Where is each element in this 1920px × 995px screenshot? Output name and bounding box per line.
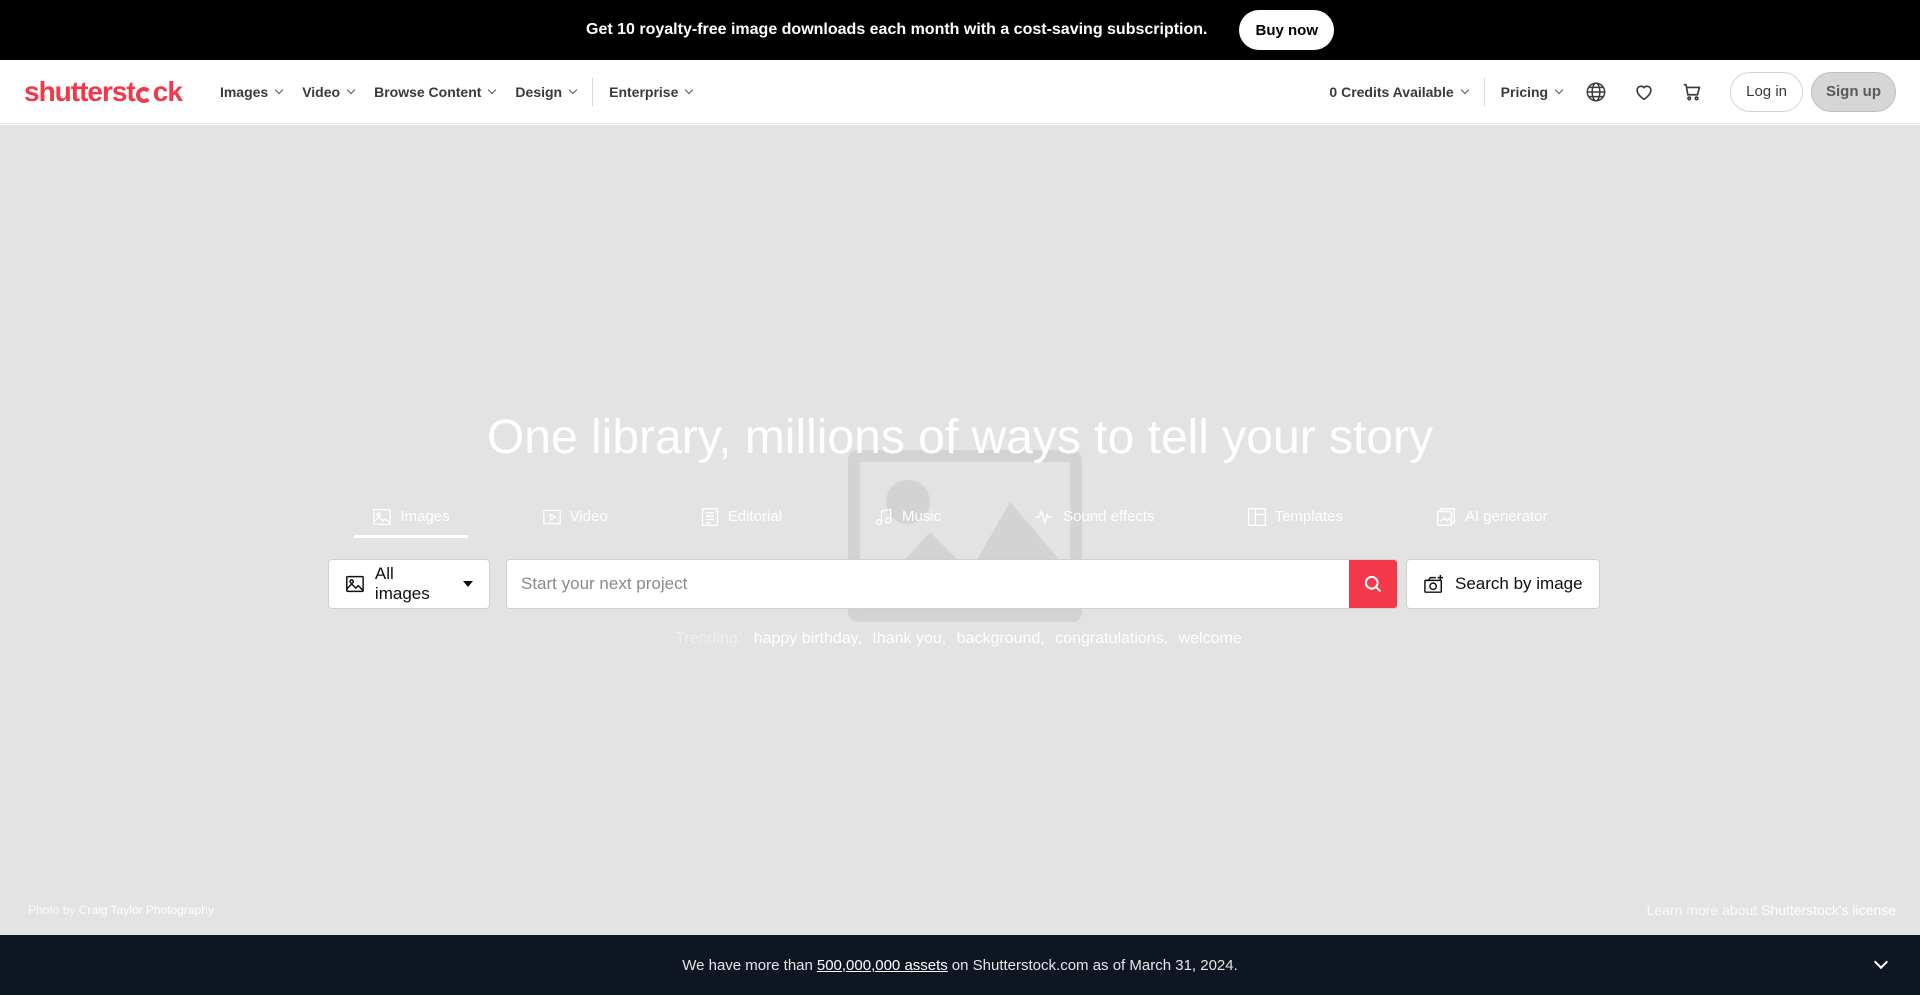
license-link[interactable]: Shutterstock's license [1761,902,1896,918]
chevron-down-icon [1554,85,1564,95]
photo-credit-label: Photo [28,903,60,917]
search-input[interactable] [507,560,1349,608]
nav-item-label: Browse Content [374,83,482,100]
photo-credit-link[interactable]: Craig Taylor Photography [79,903,214,917]
favorites-button[interactable] [1622,70,1666,114]
nav-item-label: Video [302,83,341,100]
video-icon [542,509,561,524]
caret-down-icon [463,581,473,587]
soundwave-icon [1035,508,1053,525]
ai-generator-icon [1436,507,1455,526]
trending-term[interactable]: welcome [1179,630,1242,647]
trending-term[interactable]: congratulations, [1055,630,1168,647]
logo-text-start: shutterst [24,75,136,107]
nav-item-enterprise[interactable]: Enterprise [599,60,702,124]
signup-button[interactable]: Sign up [1811,71,1896,112]
tab-label: Music [901,508,942,525]
assets-text-end: on Shutterstock.com as of March 31, 2024… [951,956,1238,974]
tab-label: Editorial [727,508,782,525]
photo-credit-by: by [62,903,76,917]
nav-item-design[interactable]: Design [505,60,586,124]
tab-label: Templates [1274,508,1343,525]
nav-item-images[interactable]: Images [210,60,292,124]
cart-button[interactable] [1670,70,1714,114]
nav-divider [1483,77,1485,106]
assets-link[interactable]: 500,000,000 assets [817,957,948,974]
trending-label: Trending: [675,630,743,647]
nav-item-label: Enterprise [609,83,679,100]
nav-divider [592,77,594,106]
trending-searches: Trending: happy birthday, thank you, bac… [0,630,1920,648]
photo-credit: Photo by Craig Taylor Photography [28,903,214,917]
login-button[interactable]: Log in [1730,71,1803,112]
tab-label: AI generator [1464,508,1548,525]
trending-term[interactable]: happy birthday, [754,630,862,647]
top-nav: shutterst ck Images Video Browse Content … [0,60,1920,124]
globe-icon [1586,82,1606,101]
language-button[interactable] [1574,70,1618,114]
logo-o-mark [135,86,152,103]
music-icon [875,508,892,525]
tab-ai-generator[interactable]: AI generator [1417,498,1566,538]
buy-now-button[interactable]: Buy now [1239,10,1334,50]
license-prefix: Learn more about [1646,902,1758,918]
chevron-down-icon[interactable] [1873,954,1889,970]
hero-section: One library, millions of ways to tell yo… [0,125,1920,935]
tab-images[interactable]: Images [354,498,468,538]
search-by-image-label: Search by image [1455,574,1583,593]
media-type-tabs: Images Video Editorial Music Sound effec… [0,498,1920,538]
pricing-label: Pricing [1500,83,1549,100]
nav-item-label: Design [515,83,563,100]
chevron-down-icon [488,85,497,95]
assets-text-start: We have more than [682,956,813,974]
hero-title: One library, millions of ways to tell yo… [486,411,1434,464]
search-box [506,559,1398,609]
logo-text-end: ck [152,75,183,107]
search-icon [1364,575,1382,593]
image-icon [373,508,392,525]
promo-bar: Get 10 royalty-free image downloads each… [0,0,1920,60]
license-info: Learn more about Shutterstock's license [1647,902,1896,918]
tab-editorial[interactable]: Editorial [682,498,800,538]
tab-music[interactable]: Music [856,498,959,538]
tab-templates[interactable]: Templates [1229,498,1361,538]
nav-item-browse-content[interactable]: Browse Content [364,60,505,124]
chevron-down-icon [274,85,284,95]
search-by-image-button[interactable]: Search by image [1406,559,1600,609]
nav-item-video[interactable]: Video [292,60,364,124]
search-button[interactable] [1349,560,1397,608]
nav-item-label: Images [219,83,269,100]
tab-video[interactable]: Video [524,498,626,538]
tab-label: Images [400,508,450,525]
chevron-down-icon [1460,85,1469,95]
credits-menu[interactable]: 0 Credits Available [1319,60,1477,124]
asset-type-label: All images [374,564,430,603]
camera-plus-icon [1424,574,1444,593]
chevron-down-icon [568,85,578,95]
pricing-menu[interactable]: Pricing [1491,60,1572,124]
editorial-icon [701,507,718,526]
shutterstock-logo[interactable]: shutterst ck [24,75,183,108]
promo-text: Get 10 royalty-free image downloads each… [586,21,1208,38]
trending-term[interactable]: background, [957,630,1045,647]
trending-term[interactable]: thank you, [872,630,946,647]
tab-label: Video [569,508,608,525]
credits-label: 0 Credits Available [1329,83,1454,100]
chevron-down-icon [685,85,694,95]
cart-icon [1683,83,1701,101]
chevron-down-icon [346,85,356,95]
assets-banner: We have more than 500,000,000 assets on … [0,935,1920,995]
tab-sound-effects[interactable]: Sound effects [1015,498,1172,538]
image-icon [346,575,364,593]
search-row: All images Search by image [328,559,1600,609]
template-icon [1247,507,1266,526]
asset-type-select[interactable]: All images [328,559,490,609]
heart-icon [1636,84,1652,100]
tab-label: Sound effects [1063,508,1155,525]
